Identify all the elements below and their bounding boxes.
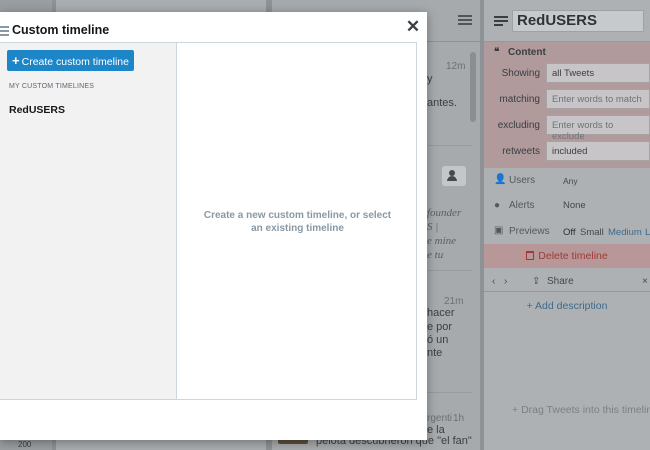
tweet-text: hacer xyxy=(427,307,455,319)
divider xyxy=(427,270,472,271)
plus-icon: + xyxy=(512,404,522,416)
user-icon: 👤 xyxy=(494,174,507,185)
divider xyxy=(427,392,472,393)
create-button-label: Create custom timeline xyxy=(21,56,129,68)
drag-hint: + Drag Tweets into this timeline xyxy=(512,404,650,416)
preview-option-off[interactable]: Off xyxy=(563,227,576,238)
plus-icon: + xyxy=(526,300,536,312)
tweet-timestamp: 1h xyxy=(453,413,465,424)
plus-icon: + xyxy=(12,53,20,68)
quote-icon: ❝ xyxy=(494,47,500,58)
alerts-value[interactable]: None xyxy=(563,200,586,211)
matching-label: matching xyxy=(499,94,540,105)
excluding-label: excluding xyxy=(497,120,540,131)
custom-timeline-modal: Custom timeline ✕ + Create custom timelin… xyxy=(0,12,427,440)
divider xyxy=(427,145,472,146)
column-redusers: RedUSERS ❝ Content Showing all Tweets ma… xyxy=(484,0,650,450)
filter-icon[interactable] xyxy=(458,14,472,26)
quoted-text: S | xyxy=(427,221,439,233)
add-description-label: Add description xyxy=(535,300,608,312)
alerts-label: Alerts xyxy=(509,200,535,211)
content-heading: Content xyxy=(508,47,546,58)
users-value[interactable]: Any xyxy=(563,176,578,186)
quoted-text: e mine xyxy=(427,235,457,247)
share-icon[interactable]: ⇪ xyxy=(532,276,540,287)
preview-option-large[interactable]: L xyxy=(645,227,650,238)
modal-title: Custom timeline xyxy=(12,23,110,37)
showing-select[interactable]: all Tweets xyxy=(546,63,650,83)
delete-timeline-button[interactable]: Delete timeline xyxy=(484,244,650,268)
column-menu-icon[interactable] xyxy=(494,16,508,26)
timeline-sidebar: + Create custom timeline MY CUSTOM TIMELI… xyxy=(0,43,177,399)
follow-user-button[interactable] xyxy=(442,166,466,186)
my-timelines-heading: MY CUSTOM TIMELINES xyxy=(9,83,95,90)
timeline-icon xyxy=(0,25,9,36)
content-settings-panel: ❝ Content Showing all Tweets matching En… xyxy=(484,42,650,168)
chevron-right-icon[interactable]: › xyxy=(504,276,507,287)
timeline-list-item[interactable]: RedUSERS xyxy=(9,104,65,116)
trash-icon xyxy=(526,251,535,260)
empty-state-message: Create a new custom timeline, or select … xyxy=(203,210,392,234)
preview-option-medium[interactable]: Medium xyxy=(608,227,642,238)
create-custom-timeline-button[interactable]: + Create custom timeline xyxy=(7,50,134,71)
tweet-text: antes. xyxy=(427,97,457,109)
tweet-timestamp: 12m xyxy=(446,61,466,72)
quoted-text: founder xyxy=(427,207,462,219)
users-label: Users xyxy=(509,175,536,186)
close-icon[interactable]: ✕ xyxy=(405,18,421,36)
matching-input[interactable]: Enter words to match xyxy=(546,89,650,109)
image-icon: ▣ xyxy=(494,225,504,236)
preview-option-small[interactable]: Small xyxy=(580,227,604,238)
alert-icon: ● xyxy=(494,200,501,211)
tweet-text: y xyxy=(427,73,433,85)
add-description-link[interactable]: + Add description xyxy=(484,300,650,312)
modal-body: + Create custom timeline MY CUSTOM TIMELI… xyxy=(0,42,417,400)
retweets-select[interactable]: included xyxy=(546,141,650,161)
previews-label: Previews xyxy=(509,226,550,237)
close-timeline-icon[interactable]: × xyxy=(642,276,648,287)
column-header: RedUSERS xyxy=(484,0,650,42)
column-name-input[interactable]: RedUSERS xyxy=(512,10,644,32)
chevron-left-icon[interactable]: ‹ xyxy=(492,276,495,287)
delete-timeline-label: Delete timeline xyxy=(538,250,608,262)
drag-hint-label: Drag Tweets into this timeline xyxy=(521,404,650,416)
retweets-label: retweets xyxy=(502,146,540,157)
share-button[interactable]: Share xyxy=(547,276,574,287)
scrollbar[interactable] xyxy=(470,52,476,122)
excluding-input[interactable]: Enter words to exclude xyxy=(546,115,650,142)
quoted-text: e tu xyxy=(427,249,444,261)
timeline-nav-row: ‹ › ⇪ Share × xyxy=(484,272,650,292)
showing-label: Showing xyxy=(501,68,540,79)
tweet-text: nte xyxy=(427,347,443,359)
